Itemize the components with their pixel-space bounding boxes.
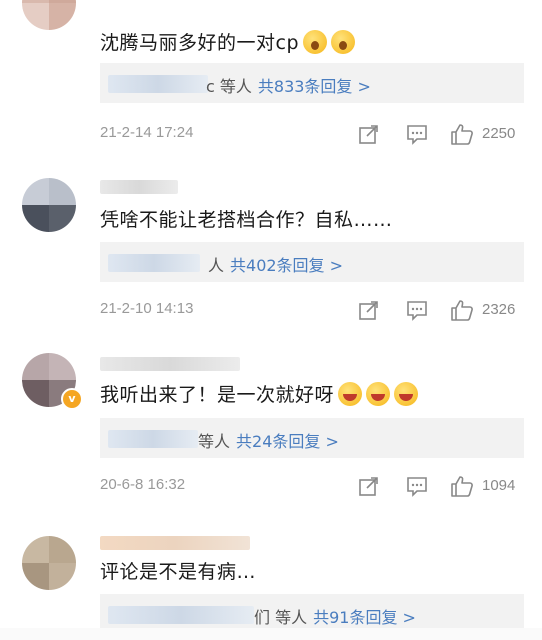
reply-summary[interactable]: 人共402条回复 > bbox=[100, 242, 524, 282]
thumbs-up-icon[interactable] bbox=[450, 299, 474, 321]
avatar[interactable] bbox=[22, 178, 76, 232]
comment-item: v 我听出来了！是一次就好呀 等人 共24条回复 > 20-6-8 16:32 1… bbox=[0, 335, 542, 510]
avatar[interactable] bbox=[22, 0, 76, 30]
comment-timestamp: 21-2-10 14:13 bbox=[100, 300, 194, 317]
reply-summary[interactable]: c 等人 共833条回复 > bbox=[100, 63, 524, 103]
like-count: 1094 bbox=[482, 477, 516, 494]
laughing-face-icon bbox=[394, 382, 419, 406]
reply-summary[interactable]: 等人 共24条回复 > bbox=[100, 418, 524, 458]
reply-users-blur bbox=[108, 430, 198, 448]
username-blur[interactable] bbox=[100, 180, 178, 194]
reply-users-suffix: 们 等人 bbox=[254, 608, 308, 627]
reply-count-link[interactable]: 共833条回复 > bbox=[258, 77, 371, 96]
reply-users-blur bbox=[108, 606, 254, 624]
scream-face-icon bbox=[303, 30, 328, 54]
thumbs-up-icon[interactable] bbox=[450, 123, 474, 145]
share-icon[interactable] bbox=[358, 299, 380, 321]
verified-badge-icon: v bbox=[61, 388, 83, 410]
like-count: 2326 bbox=[482, 301, 516, 318]
reply-count-link[interactable]: 共402条回复 > bbox=[230, 256, 343, 275]
bottom-fade bbox=[0, 628, 542, 640]
reply-count-link[interactable]: 共91条回复 > bbox=[313, 608, 416, 627]
reply-count-link[interactable]: 共24条回复 > bbox=[236, 432, 339, 451]
laughing-face-icon bbox=[338, 382, 363, 406]
username-blur[interactable] bbox=[100, 357, 240, 371]
username-blur[interactable] bbox=[100, 536, 250, 550]
laughing-face-icon bbox=[366, 382, 391, 406]
share-icon[interactable] bbox=[358, 123, 380, 145]
comment-item: 评论是不是有病… 们 等人 共91条回复 > bbox=[0, 510, 542, 640]
avatar[interactable] bbox=[22, 536, 76, 590]
reply-users-suffix: 等人 bbox=[198, 432, 231, 451]
comment-timestamp: 21-2-14 17:24 bbox=[100, 124, 194, 141]
comment-text: 我听出来了！是一次就好呀 bbox=[100, 380, 419, 407]
reply-users-blur bbox=[108, 254, 200, 272]
comment-item: 凭啥不能让老搭档合作？自私…… 人共402条回复 > 21-2-10 14:13… bbox=[0, 160, 542, 335]
comment-text: 沈腾马丽多好的一对cp bbox=[100, 28, 356, 55]
comment-icon[interactable] bbox=[406, 475, 428, 497]
comment-icon[interactable] bbox=[406, 299, 428, 321]
thumbs-up-icon[interactable] bbox=[450, 475, 474, 497]
comment-text: 评论是不是有病… bbox=[100, 561, 257, 583]
comment-icon[interactable] bbox=[406, 123, 428, 145]
scream-face-icon bbox=[331, 30, 356, 54]
like-count: 2250 bbox=[482, 125, 516, 142]
reply-users-suffix: c 等人 bbox=[206, 77, 252, 96]
comment-text: 凭啥不能让老搭档合作？自私…… bbox=[100, 209, 393, 231]
share-icon[interactable] bbox=[358, 475, 380, 497]
reply-users-suffix: 人 bbox=[208, 256, 225, 275]
comment-item: 沈腾马丽多好的一对cp c 等人 共833条回复 > 21-2-14 17:24 … bbox=[0, 0, 542, 160]
reply-users-blur bbox=[108, 75, 208, 93]
comment-timestamp: 20-6-8 16:32 bbox=[100, 476, 186, 493]
